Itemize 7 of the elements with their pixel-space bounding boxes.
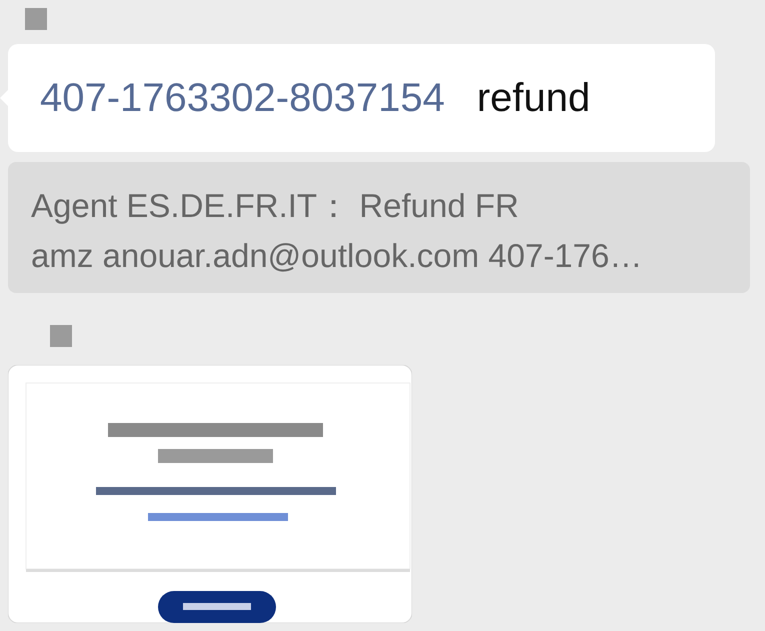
quote-text: Agent ES.DE.FR.IT： Refund FR	[31, 186, 520, 226]
avatar-icon[interactable]	[50, 325, 72, 347]
quoted-message[interactable]: Agent ES.DE.FR.IT： Refund FR amz anouar.adn@outlook.com 407-176…	[8, 162, 750, 293]
quote-text: amz anouar.adn@outlook.com 407-176…	[31, 236, 644, 276]
order-link[interactable]: 407-1763302-8037154	[40, 76, 445, 120]
message-text: refund	[476, 76, 590, 120]
avatar-icon[interactable]	[25, 8, 47, 30]
